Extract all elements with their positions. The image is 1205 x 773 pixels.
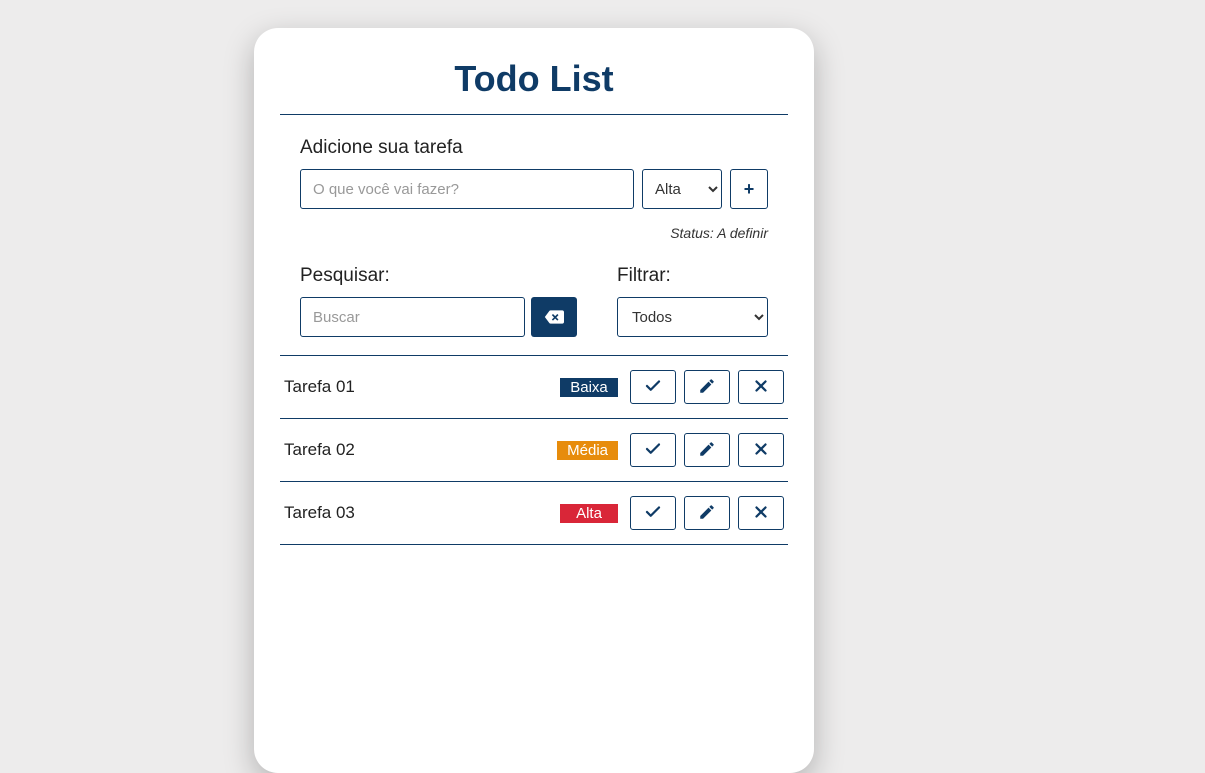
page-title: Todo List — [280, 58, 788, 100]
filter-select[interactable]: Todos — [617, 297, 768, 337]
backspace-icon — [544, 307, 564, 327]
complete-button[interactable] — [630, 433, 676, 467]
pencil-icon — [698, 503, 716, 524]
task-actions — [630, 433, 784, 467]
plus-icon: + — [744, 179, 755, 200]
task-actions — [630, 370, 784, 404]
priority-select[interactable]: Alta — [642, 169, 722, 209]
search-row — [300, 297, 577, 337]
priority-badge: Baixa — [560, 378, 618, 397]
add-task-section: Adicione sua tarefa Alta + Status: A def… — [280, 137, 788, 241]
todo-item: Tarefa 02Média — [280, 418, 788, 481]
pencil-icon — [698, 440, 716, 461]
priority-badge: Média — [557, 441, 618, 460]
priority-badge: Alta — [560, 504, 618, 523]
search-input[interactable] — [300, 297, 525, 337]
edit-button[interactable] — [684, 370, 730, 404]
check-icon — [644, 503, 662, 524]
add-task-label: Adicione sua tarefa — [300, 137, 768, 159]
pencil-icon — [698, 377, 716, 398]
divider — [280, 114, 788, 115]
clear-search-button[interactable] — [531, 297, 577, 337]
add-task-button[interactable]: + — [730, 169, 768, 209]
todo-title: Tarefa 02 — [284, 440, 557, 460]
complete-button[interactable] — [630, 370, 676, 404]
search-column: Pesquisar: — [300, 265, 577, 337]
todo-list: Tarefa 01BaixaTarefa 02MédiaTarefa 03Alt… — [280, 355, 788, 545]
add-task-row: Alta + — [300, 169, 768, 209]
complete-button[interactable] — [630, 496, 676, 530]
check-icon — [644, 440, 662, 461]
delete-button[interactable] — [738, 496, 784, 530]
status-text: Status: A definir — [300, 225, 768, 241]
close-icon — [752, 503, 770, 524]
close-icon — [752, 377, 770, 398]
search-filter-row: Pesquisar: Filtrar: Todos — [280, 265, 788, 337]
delete-button[interactable] — [738, 370, 784, 404]
todo-card: Todo List Adicione sua tarefa Alta + Sta… — [254, 28, 814, 773]
delete-button[interactable] — [738, 433, 784, 467]
todo-title: Tarefa 01 — [284, 377, 560, 397]
todo-item: Tarefa 01Baixa — [280, 355, 788, 418]
filter-column: Filtrar: Todos — [617, 265, 768, 337]
edit-button[interactable] — [684, 496, 730, 530]
edit-button[interactable] — [684, 433, 730, 467]
filter-label: Filtrar: — [617, 265, 768, 287]
search-label: Pesquisar: — [300, 265, 577, 287]
todo-title: Tarefa 03 — [284, 503, 560, 523]
task-input[interactable] — [300, 169, 634, 209]
check-icon — [644, 377, 662, 398]
close-icon — [752, 440, 770, 461]
task-actions — [630, 496, 784, 530]
todo-item: Tarefa 03Alta — [280, 481, 788, 545]
